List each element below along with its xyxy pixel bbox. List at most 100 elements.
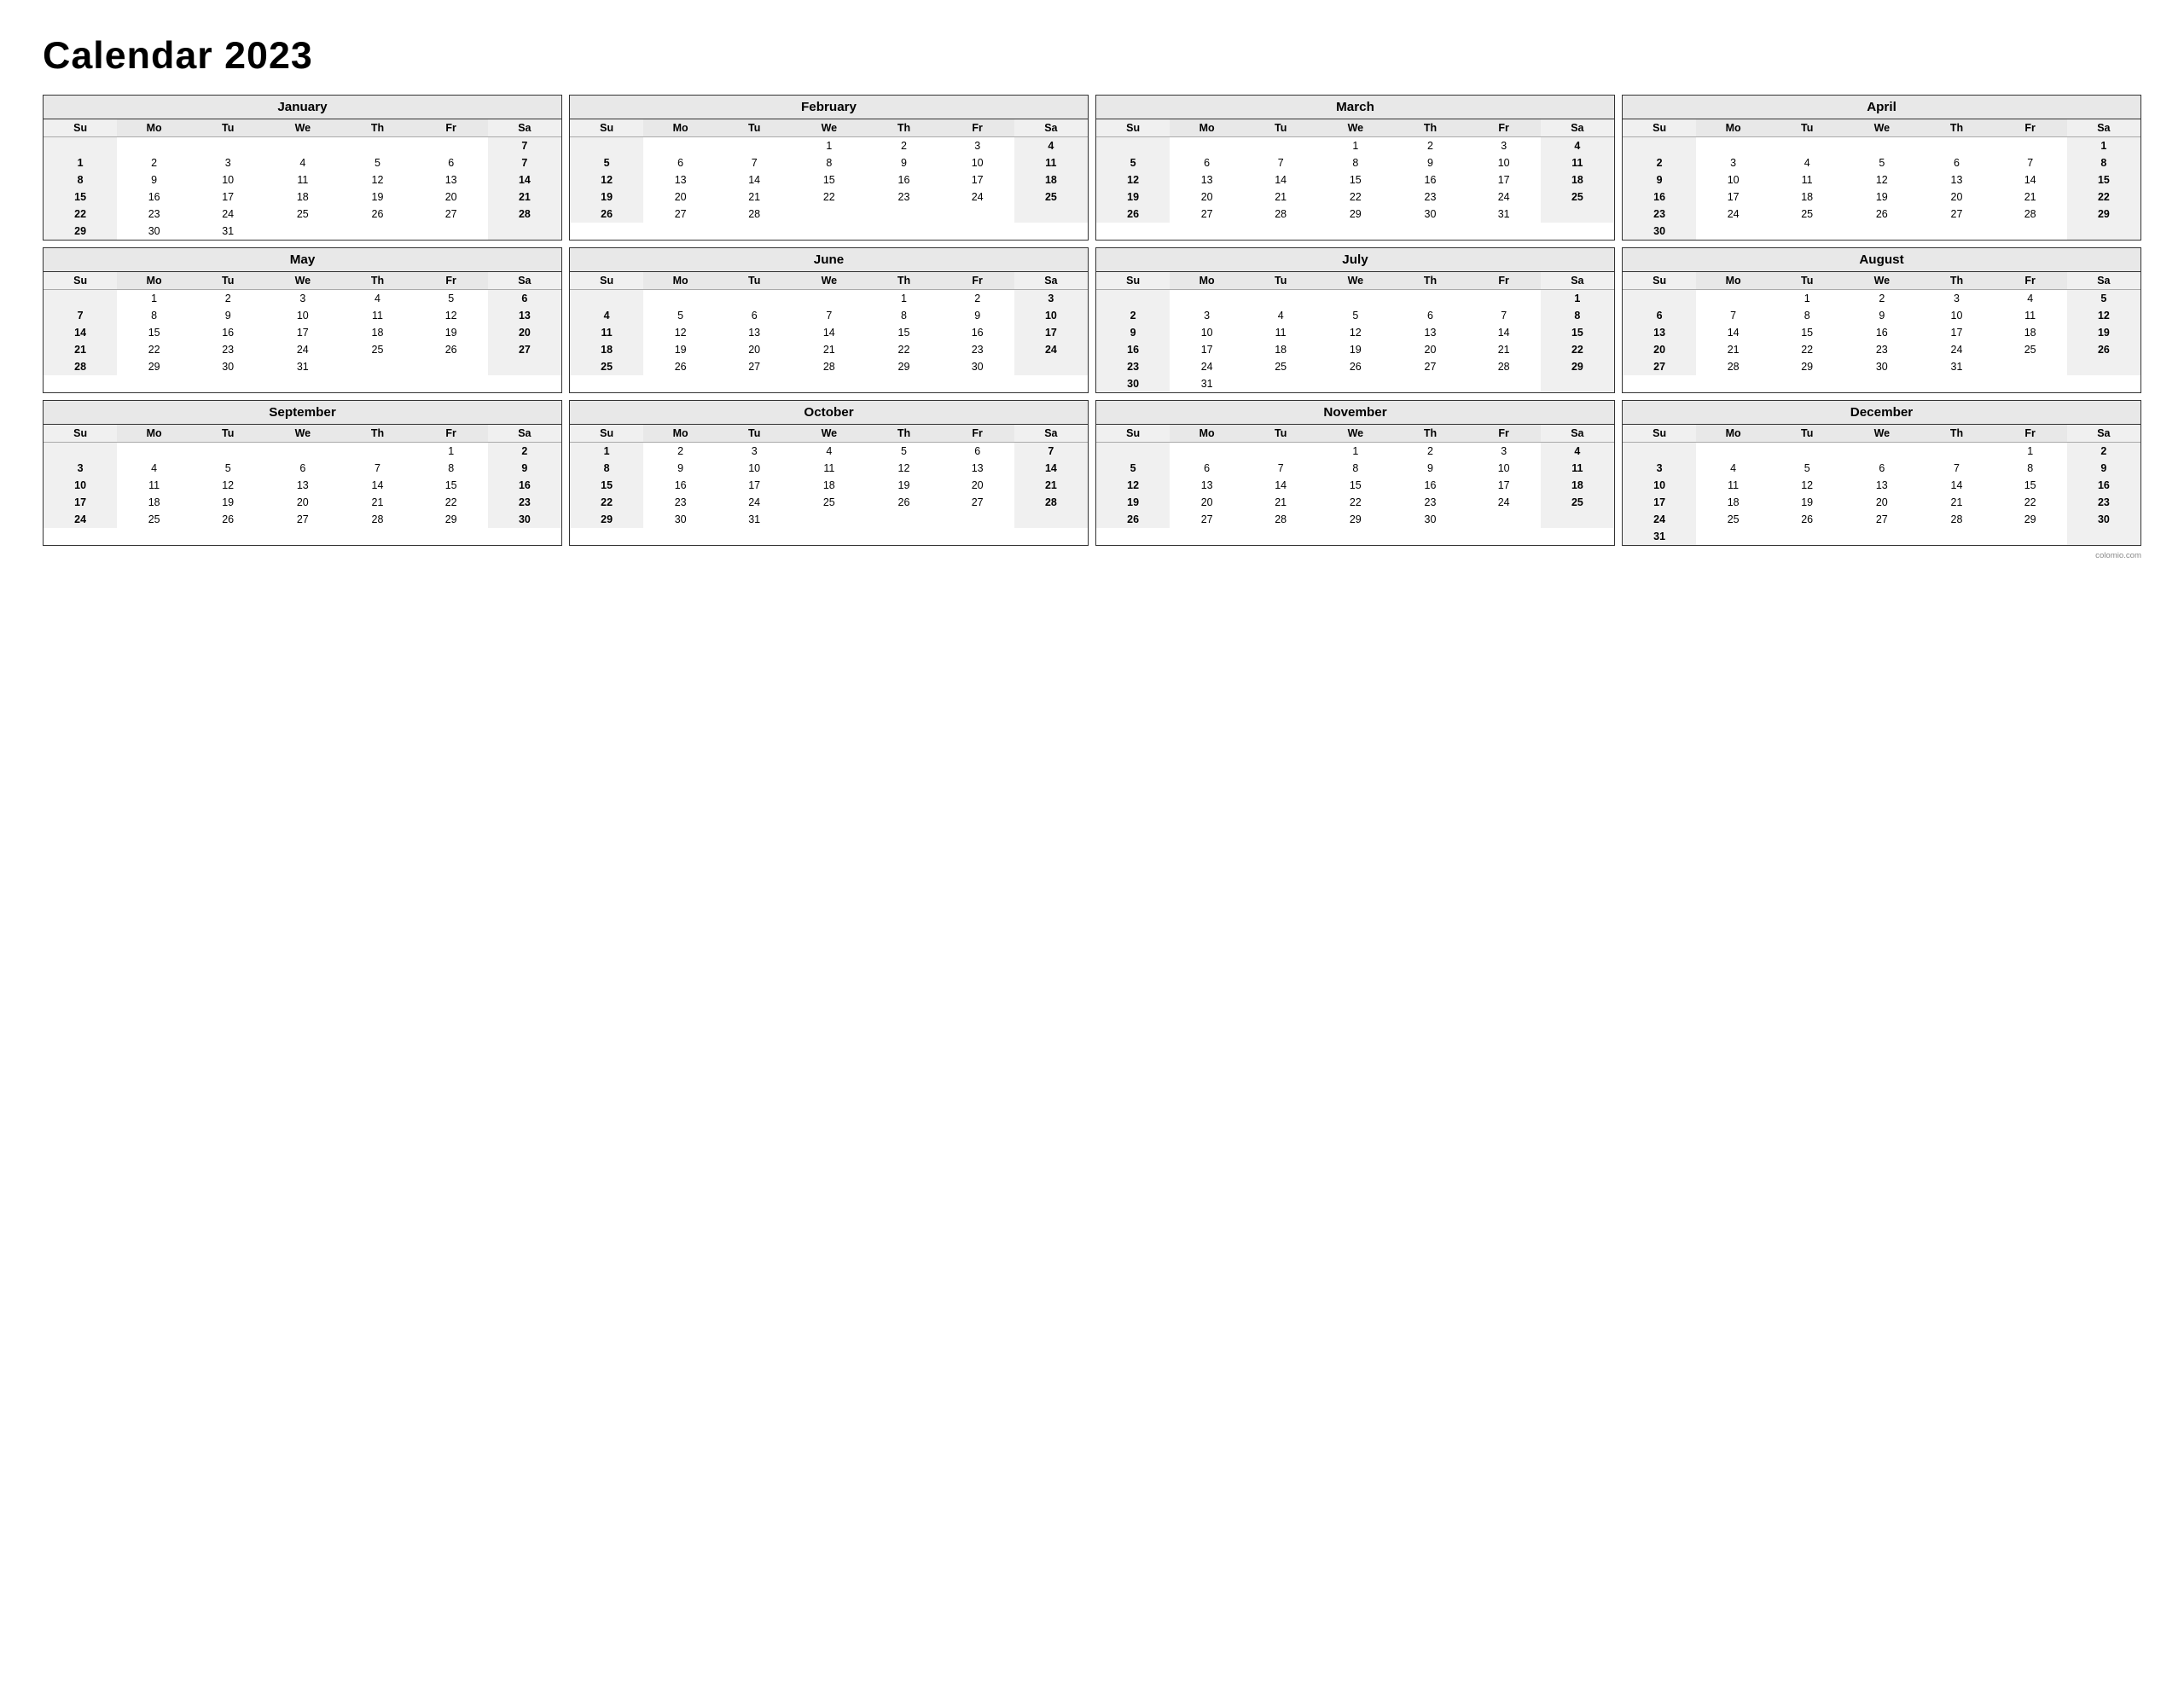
calendar-day: 27 <box>643 206 717 223</box>
calendar-day: 22 <box>117 341 191 358</box>
calendar-day <box>1696 223 1770 240</box>
day-header-su: Su <box>570 272 643 290</box>
calendar-day: 13 <box>1170 171 1244 188</box>
day-header-we: We <box>264 119 340 137</box>
calendar-day: 22 <box>867 341 940 358</box>
day-header-mo: Mo <box>1170 119 1244 137</box>
calendar-day: 23 <box>867 188 940 206</box>
calendar-day: 3 <box>717 443 791 461</box>
day-header-tu: Tu <box>1244 272 1317 290</box>
calendar-day <box>1770 137 1844 155</box>
calendar-day <box>1244 137 1317 155</box>
calendar-day: 6 <box>415 154 488 171</box>
month-block-may: MaySuMoTuWeThFrSa12345678910111213141516… <box>43 247 562 393</box>
calendar-day: 16 <box>1096 341 1170 358</box>
day-header-fr: Fr <box>1994 425 2067 443</box>
calendar-day: 3 <box>1170 307 1244 324</box>
calendar-day: 25 <box>1541 494 1614 511</box>
calendar-day: 17 <box>1170 341 1244 358</box>
calendar-day <box>1096 443 1170 461</box>
calendar-day: 29 <box>1541 358 1614 375</box>
calendar-day <box>44 137 117 155</box>
calendar-day: 24 <box>1170 358 1244 375</box>
calendar-day: 5 <box>340 154 414 171</box>
calendar-day: 2 <box>643 443 717 461</box>
calendar-day: 8 <box>117 307 191 324</box>
calendar-day: 15 <box>1317 477 1393 494</box>
calendar-day <box>1920 137 1993 155</box>
calendar-day <box>264 443 340 461</box>
calendar-day: 21 <box>1920 494 1993 511</box>
calendar-day: 17 <box>941 171 1014 188</box>
calendar-day: 15 <box>867 324 940 341</box>
calendar-day: 5 <box>867 443 940 461</box>
calendar-day: 15 <box>2067 171 2140 188</box>
calendar-day <box>1844 223 1920 240</box>
calendar-day: 6 <box>1170 154 1244 171</box>
calendar-day: 12 <box>867 460 940 477</box>
calendar-day: 25 <box>1541 188 1614 206</box>
month-block-january: JanuarySuMoTuWeThFrSa7123456789101112131… <box>43 95 562 241</box>
calendar-day: 28 <box>1244 206 1317 223</box>
day-header-mo: Mo <box>643 425 717 443</box>
calendar-day: 10 <box>941 154 1014 171</box>
day-header-sa: Sa <box>1541 272 1614 290</box>
calendar-day <box>1541 375 1614 392</box>
calendar-day: 27 <box>1623 358 1696 375</box>
day-header-sa: Sa <box>2067 425 2140 443</box>
calendar-day: 18 <box>1696 494 1770 511</box>
calendar-day: 27 <box>415 206 488 223</box>
calendar-day: 19 <box>1096 188 1170 206</box>
calendar-day <box>1623 443 1696 461</box>
calendar-day: 6 <box>643 154 717 171</box>
calendar-day: 17 <box>1696 188 1770 206</box>
day-header-sa: Sa <box>488 425 561 443</box>
calendar-day: 4 <box>1696 460 1770 477</box>
calendar-day <box>1844 137 1920 155</box>
calendar-day <box>941 206 1014 223</box>
calendar-day <box>340 358 414 375</box>
calendar-day: 30 <box>2067 511 2140 528</box>
calendar-day <box>1244 375 1317 392</box>
calendar-day: 27 <box>264 511 340 528</box>
calendar-day: 11 <box>1244 324 1317 341</box>
calendar-day: 6 <box>1170 460 1244 477</box>
day-header-su: Su <box>570 119 643 137</box>
calendar-day: 8 <box>1541 307 1614 324</box>
calendar-day <box>1844 443 1920 461</box>
calendar-day: 7 <box>1244 154 1317 171</box>
calendar-day: 26 <box>1096 511 1170 528</box>
calendar-day: 30 <box>1623 223 1696 240</box>
calendar-day: 31 <box>264 358 340 375</box>
calendar-day: 25 <box>570 358 643 375</box>
calendar-day: 14 <box>1920 477 1993 494</box>
calendar-day: 11 <box>1994 307 2067 324</box>
day-header-fr: Fr <box>1467 425 1541 443</box>
day-header-we: We <box>791 425 867 443</box>
day-header-su: Su <box>1623 119 1696 137</box>
calendar-day: 21 <box>340 494 414 511</box>
month-table: SuMoTuWeThFrSa12345678910111213141516171… <box>570 425 1088 528</box>
calendar-day <box>1994 223 2067 240</box>
day-header-su: Su <box>1096 425 1170 443</box>
month-title: January <box>44 96 561 119</box>
calendar-day: 17 <box>191 188 264 206</box>
calendar-day <box>1096 137 1170 155</box>
calendar-day: 18 <box>340 324 414 341</box>
day-header-su: Su <box>44 425 117 443</box>
calendar-day <box>1696 443 1770 461</box>
day-header-we: We <box>791 119 867 137</box>
calendar-day: 19 <box>643 341 717 358</box>
calendar-day: 5 <box>1770 460 1844 477</box>
calendar-day: 7 <box>1467 307 1541 324</box>
calendar-day: 28 <box>488 206 561 223</box>
calendar-day: 20 <box>488 324 561 341</box>
calendar-day: 16 <box>643 477 717 494</box>
calendar-day: 23 <box>117 206 191 223</box>
day-header-su: Su <box>44 272 117 290</box>
calendar-day: 11 <box>570 324 643 341</box>
page-title: Calendar 2023 <box>43 34 2141 78</box>
calendar-day: 9 <box>117 171 191 188</box>
day-header-we: We <box>1317 119 1393 137</box>
month-block-july: JulySuMoTuWeThFrSa1234567891011121314151… <box>1095 247 1615 393</box>
